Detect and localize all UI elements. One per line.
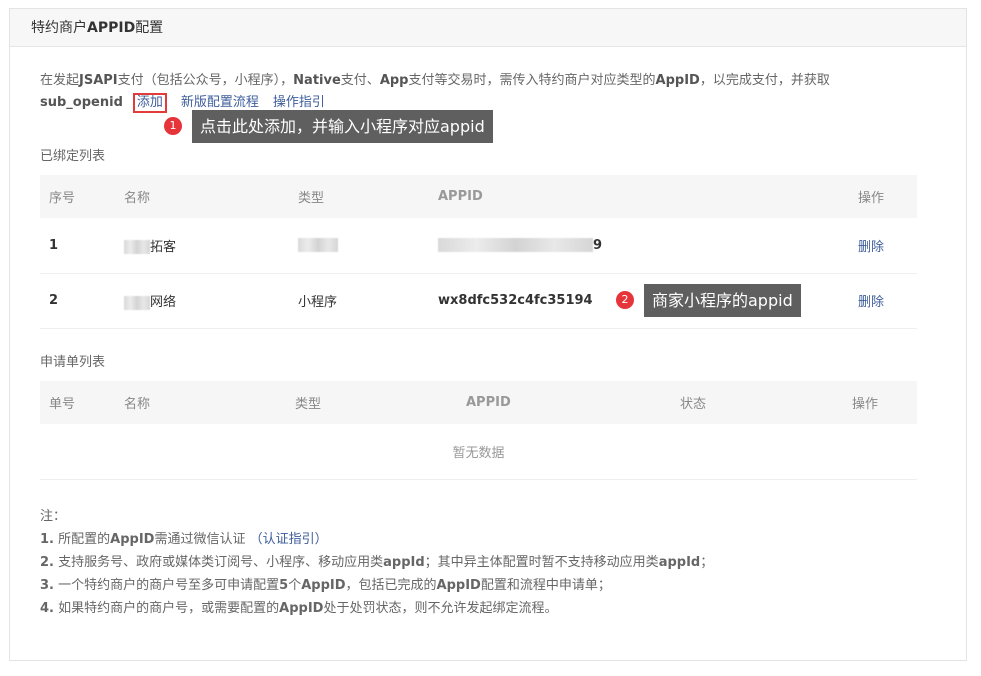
note-text: ；其中异主体配置时暂不支持移动应用类 xyxy=(424,555,659,570)
note-3: 3. 一个特约商户的商户号至多可申请配置5个AppID，包括已完成的AppID配… xyxy=(40,574,713,597)
add-appid-link[interactable]: 添加 xyxy=(132,93,167,113)
note-num: 1. xyxy=(40,532,54,547)
row-appid: 9 xyxy=(593,237,603,253)
row-no: 1 xyxy=(40,218,124,274)
empty-text: 暂无数据 xyxy=(40,424,917,480)
intro-b1: JSAPI xyxy=(79,73,118,88)
note-bold: AppID xyxy=(301,578,346,593)
note-num: 3. xyxy=(40,578,54,593)
row-type: 小程序 xyxy=(298,273,438,329)
redacted-text xyxy=(438,238,593,253)
intro-p2: 支付（包括公众号，小程序）， xyxy=(117,73,294,88)
title-prefix: 特约商户 xyxy=(31,20,87,36)
row-action-cell: 删除 xyxy=(858,273,917,329)
col-no: 序号 xyxy=(49,191,76,206)
row-action-cell: 删除 xyxy=(858,218,917,274)
bound-list-title: 已绑定列表 xyxy=(40,149,106,164)
intro-p3: 支付、 xyxy=(340,73,380,88)
col-name: 名称 xyxy=(124,191,151,206)
redacted-text xyxy=(124,295,150,310)
note-text: 所配置的 xyxy=(58,532,111,547)
intro-b4: AppID xyxy=(655,73,700,88)
note-bold: 5 xyxy=(279,578,289,593)
step-2-tooltip: 商家小程序的appid xyxy=(644,284,801,317)
delete-link[interactable]: 删除 xyxy=(858,240,884,255)
col-type: 类型 xyxy=(298,191,325,206)
note-bold: appId xyxy=(658,555,701,570)
intro-p5: ，以完成支付，并获取 xyxy=(699,73,830,88)
note-num: 4. xyxy=(40,601,54,616)
col-action: 操作 xyxy=(852,397,879,412)
bound-table-header: 序号 名称 类型 APPID 操作 xyxy=(40,175,917,218)
empty-row: 暂无数据 xyxy=(40,424,917,480)
new-flow-link[interactable]: 新版配置流程 xyxy=(181,95,259,110)
cert-guide-link[interactable]: （认证指引） xyxy=(250,532,328,547)
note-text: 个 xyxy=(288,578,302,593)
col-name: 名称 xyxy=(124,397,151,412)
note-text: 需通过微信认证 xyxy=(154,532,246,547)
notes-title: 注： xyxy=(40,509,67,524)
row-name-cell: 网络 xyxy=(124,273,298,329)
note-1: 1. 所配置的AppID需通过微信认证 （认证指引） xyxy=(40,528,713,551)
note-text: 配置和流程中申请单； xyxy=(480,578,611,593)
intro-text: 在发起JSAPI支付（包括公众号，小程序），Native支付、App支付等交易时… xyxy=(40,70,910,114)
note-bold: AppID xyxy=(436,578,481,593)
row-name: 网络 xyxy=(150,295,177,310)
redacted-text xyxy=(124,240,150,255)
title-bold: APPID xyxy=(87,20,136,36)
redacted-text xyxy=(298,238,338,253)
col-action: 操作 xyxy=(858,191,885,206)
note-bold: AppID xyxy=(110,532,155,547)
note-bold: appId xyxy=(383,555,425,570)
intro-b3: App xyxy=(379,73,409,88)
apply-list-title: 申请单列表 xyxy=(40,355,106,370)
note-text: 如果特约商户的商户号，或需要配置的 xyxy=(58,601,280,616)
col-status: 状态 xyxy=(680,397,707,412)
row-name-cell: 拓客 xyxy=(124,218,298,274)
row-type-cell xyxy=(298,218,438,274)
title-suffix: 配置 xyxy=(135,20,164,36)
note-num: 2. xyxy=(40,555,54,570)
step-2-badge: 2 xyxy=(616,291,634,309)
note-4: 4. 如果特约商户的商户号，或需要配置的AppID处于处罚状态，则不允许发起绑定… xyxy=(40,597,713,620)
intro-p1: 在发起 xyxy=(40,73,80,88)
row-no: 2 xyxy=(40,273,124,329)
col-appid: APPID xyxy=(438,189,483,204)
note-bold: AppID xyxy=(279,601,324,616)
step-1-tooltip: 点击此处添加，并输入小程序对应appid xyxy=(192,110,493,143)
note-2: 2. 支持服务号、政府或媒体类订阅号、小程序、移动应用类appId；其中异主体配… xyxy=(40,551,713,574)
note-text: ； xyxy=(700,555,714,570)
col-type: 类型 xyxy=(295,397,322,412)
note-text: 一个特约商户的商户号至多可申请配置 xyxy=(58,578,280,593)
apply-table-header: 单号 名称 类型 APPID 状态 操作 xyxy=(40,381,917,424)
notes-section: 注： 1. 所配置的AppID需通过微信认证 （认证指引） 2. 支持服务号、政… xyxy=(40,505,713,620)
note-text: 处于处罚状态，则不允许发起绑定流程。 xyxy=(323,601,558,616)
note-text: ，包括已完成的 xyxy=(345,578,437,593)
panel-title: 特约商户APPID配置 xyxy=(10,9,966,47)
step-1-badge: 1 xyxy=(164,117,182,135)
intro-b2: Native xyxy=(293,73,341,88)
col-appid: APPID xyxy=(466,395,511,410)
row-name: 拓客 xyxy=(150,239,177,255)
note-text: 支持服务号、政府或媒体类订阅号、小程序、移动应用类 xyxy=(58,555,384,570)
intro-sub-openid: sub_openid xyxy=(40,95,123,110)
row-appid-cell: 9 xyxy=(438,218,858,274)
apply-list-table: 单号 名称 类型 APPID 状态 操作 暂无数据 xyxy=(40,381,917,480)
guide-link[interactable]: 操作指引 xyxy=(273,95,325,110)
col-order-no: 单号 xyxy=(49,397,76,412)
delete-link[interactable]: 删除 xyxy=(858,295,884,310)
intro-p4: 支付等交易时，需传入特约商户对应类型的 xyxy=(408,73,656,88)
table-row: 1 拓客 9 删除 xyxy=(40,218,917,274)
